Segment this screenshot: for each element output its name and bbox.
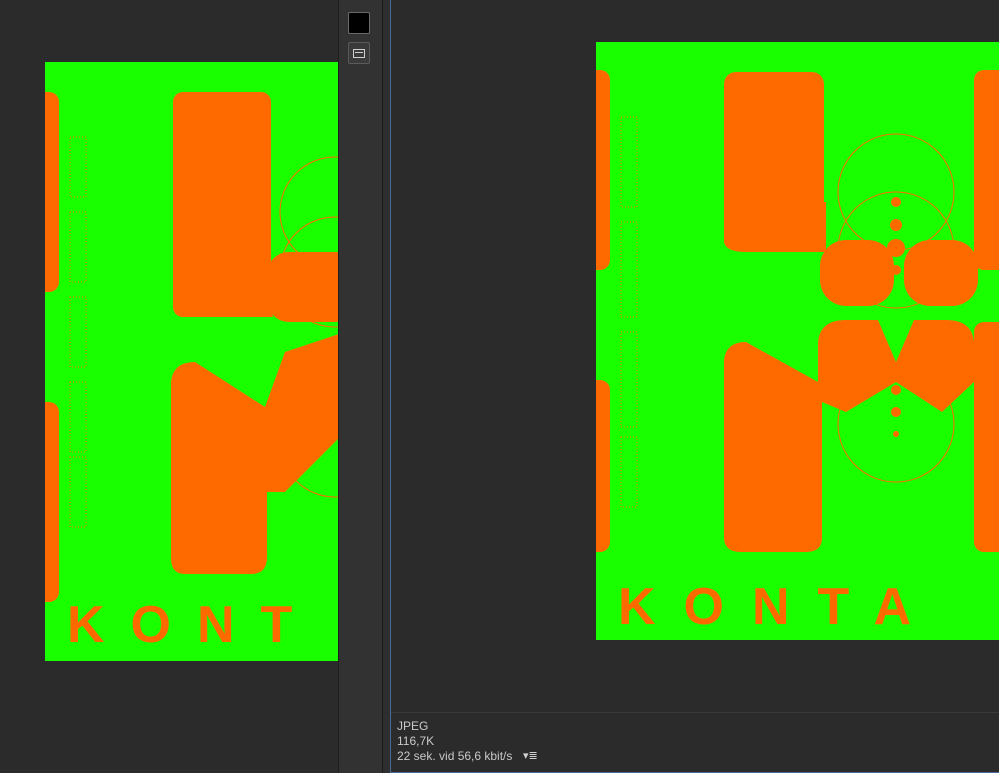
download-time-label: 22 sek. vid 56,6 kbit/s [397, 749, 513, 763]
file-format-label: JPEG [397, 719, 429, 733]
file-size-label: 116,7K [397, 734, 435, 748]
tool-panel [338, 0, 383, 773]
right-preview-pane: KONTA JPEG 116,7K 22 sek. vid 56,6 kbit/… [390, 0, 999, 773]
info-divider [391, 712, 999, 713]
poster-word-right: KONTA [618, 578, 939, 636]
poster-artwork-left: KONT [45, 92, 338, 654]
left-preview-pane: KONT [0, 0, 338, 773]
frame-icon[interactable] [348, 42, 370, 64]
poster-image-left: KONT [45, 62, 338, 661]
poster-artwork-right: KONTA [596, 70, 999, 636]
download-speed-menu-icon[interactable]: ▾≣ [523, 749, 538, 764]
poster-word-left: KONT [67, 596, 318, 654]
poster-image-right: KONTA [596, 42, 999, 640]
color-swatch-button[interactable] [348, 12, 370, 34]
